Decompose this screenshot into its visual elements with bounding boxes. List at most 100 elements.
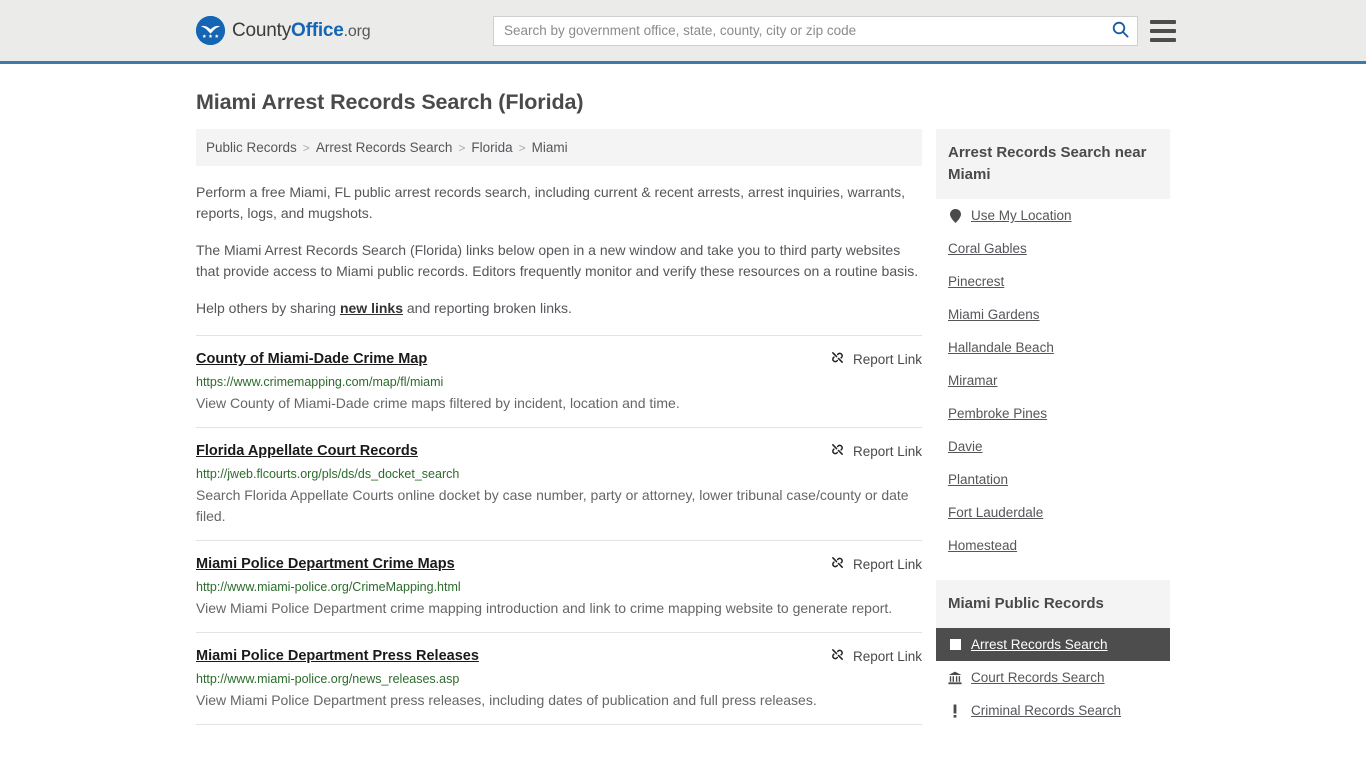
- breadcrumb-item-florida[interactable]: Florida: [471, 140, 512, 155]
- page-container: Miami Arrest Records Search (Florida) Pu…: [0, 90, 1366, 752]
- sidebar-public-records-box: Miami Public Records Arrest Records Sear…: [936, 580, 1170, 727]
- sidebar-item-pembroke-pines[interactable]: Pembroke Pines: [936, 397, 1170, 430]
- sidebar-item-miramar[interactable]: Miramar: [936, 364, 1170, 397]
- sidebar-link-label[interactable]: Arrest Records Search: [971, 637, 1108, 652]
- courthouse-icon: [948, 671, 962, 685]
- report-link-button[interactable]: Report Link: [812, 350, 922, 368]
- result-header: Miami Police Department Press Releases R…: [196, 647, 922, 665]
- intro-paragraph-2: The Miami Arrest Records Search (Florida…: [196, 242, 919, 279]
- site-logo[interactable]: CountyOffice.org: [196, 16, 371, 45]
- result-header: County of Miami-Dade Crime Map Report Li…: [196, 350, 922, 368]
- sidebar-item-plantation[interactable]: Plantation: [936, 463, 1170, 496]
- sidebar-item-miami-gardens[interactable]: Miami Gardens: [936, 298, 1170, 331]
- hamburger-menu-icon[interactable]: [1150, 19, 1176, 42]
- sidebar-nearby-title: Arrest Records Search near Miami: [936, 129, 1170, 199]
- result-header: Miami Police Department Crime Maps Repor…: [196, 555, 922, 573]
- sidebar-public-records-title: Miami Public Records: [936, 580, 1170, 628]
- broken-link-icon: [830, 647, 845, 665]
- broken-link-icon: [830, 555, 845, 573]
- sidebar-item-use-my-location[interactable]: Use My Location: [936, 199, 1170, 232]
- search-bar[interactable]: [493, 15, 1138, 46]
- report-link-label: Report Link: [852, 556, 922, 572]
- sidebar-item-court-records-search[interactable]: Court Records Search: [936, 661, 1170, 694]
- report-link-button[interactable]: Report Link: [812, 555, 922, 573]
- sidebar-link-label[interactable]: Davie: [948, 439, 983, 454]
- site-header: CountyOffice.org: [0, 0, 1366, 64]
- result-item: Miami Police Department Press Releases R…: [196, 632, 922, 724]
- sidebar-link-label[interactable]: Hallandale Beach: [948, 340, 1054, 355]
- sidebar-item-pinecrest[interactable]: Pinecrest: [936, 265, 1170, 298]
- sidebar-item-arrest-records-search[interactable]: Arrest Records Search: [936, 628, 1170, 661]
- sidebar-item-davie[interactable]: Davie: [936, 430, 1170, 463]
- result-description: View Miami Police Department press relea…: [196, 692, 817, 708]
- hamburger-bar: [1150, 28, 1176, 33]
- result-title-link[interactable]: Miami Police Department Press Releases: [196, 647, 479, 665]
- sidebar-link-label[interactable]: Pembroke Pines: [948, 406, 1047, 421]
- result-title-link[interactable]: Miami Police Department Crime Maps: [196, 555, 455, 573]
- result-item: Miami Police Department Crime Maps Repor…: [196, 540, 922, 632]
- sidebar-nearby-box: Arrest Records Search near Miami Use My …: [936, 129, 1170, 562]
- square-icon: [948, 638, 962, 652]
- main-column: Public Records > Arrest Records Search >…: [196, 129, 922, 752]
- result-title-link[interactable]: County of Miami-Dade Crime Map: [196, 350, 427, 368]
- result-item: Florida Appellate Court Records Report L…: [196, 427, 922, 540]
- sidebar-item-criminal-records-search[interactable]: Criminal Records Search: [936, 694, 1170, 727]
- sidebar-nearby-list: Use My Location Coral Gables Pinecrest M…: [936, 199, 1170, 562]
- report-link-label: Report Link: [852, 443, 922, 459]
- sidebar-item-homestead[interactable]: Homestead: [936, 529, 1170, 562]
- search-input[interactable]: [494, 16, 1103, 45]
- breadcrumb-separator: >: [518, 140, 526, 155]
- sidebar-link-label[interactable]: Fort Lauderdale: [948, 505, 1043, 520]
- sidebar-link-label[interactable]: Miramar: [948, 373, 998, 388]
- report-link-button[interactable]: Report Link: [812, 442, 922, 460]
- sidebar-item-coral-gables[interactable]: Coral Gables: [936, 232, 1170, 265]
- breadcrumb-item-arrest-records-search[interactable]: Arrest Records Search: [316, 140, 453, 155]
- intro-p3-before: Help others by sharing: [196, 300, 340, 316]
- result-url[interactable]: https://www.crimemapping.com/map/fl/miam…: [196, 374, 922, 390]
- hamburger-bar: [1150, 19, 1176, 24]
- hamburger-bar: [1150, 37, 1176, 42]
- search-icon: [1112, 21, 1129, 41]
- report-link-label: Report Link: [852, 351, 922, 367]
- sidebar-link-label[interactable]: Pinecrest: [948, 274, 1004, 289]
- content-columns: Public Records > Arrest Records Search >…: [196, 129, 1170, 752]
- result-description: View County of Miami-Dade crime maps fil…: [196, 395, 680, 411]
- breadcrumb-separator: >: [302, 140, 310, 155]
- sidebar-link-label[interactable]: Miami Gardens: [948, 307, 1040, 322]
- page-title: Miami Arrest Records Search (Florida): [196, 90, 584, 114]
- report-link-button[interactable]: Report Link: [812, 647, 922, 665]
- sidebar-link-label[interactable]: Homestead: [948, 538, 1017, 553]
- sidebar-link-label[interactable]: Coral Gables: [948, 241, 1027, 256]
- intro-paragraph-1: Perform a free Miami, FL public arrest r…: [196, 184, 906, 221]
- new-links-link[interactable]: new links: [340, 300, 403, 316]
- result-header: Florida Appellate Court Records Report L…: [196, 442, 922, 460]
- result-url[interactable]: http://www.miami-police.org/CrimeMapping…: [196, 579, 922, 595]
- logo-text-org: .org: [343, 22, 371, 40]
- sidebar-link-label[interactable]: Plantation: [948, 472, 1008, 487]
- breadcrumb: Public Records > Arrest Records Search >…: [196, 129, 922, 166]
- logo-text-office: Office: [291, 19, 344, 41]
- sidebar-link-label[interactable]: Court Records Search: [971, 670, 1105, 685]
- sidebar-item-hallandale-beach[interactable]: Hallandale Beach: [936, 331, 1170, 364]
- sidebar-public-records-list: Arrest Records Search Court Records Sear…: [936, 628, 1170, 727]
- report-link-label: Report Link: [852, 648, 922, 664]
- sidebar-link-label[interactable]: Use My Location: [971, 208, 1072, 223]
- result-url[interactable]: http://jweb.flcourts.org/pls/ds/ds_docke…: [196, 466, 922, 482]
- sidebar-item-fort-lauderdale[interactable]: Fort Lauderdale: [936, 496, 1170, 529]
- breadcrumb-item-miami: Miami: [531, 140, 568, 155]
- eagle-seal-icon: [196, 16, 225, 45]
- intro-paragraph-3: Help others by sharing new links and rep…: [196, 298, 922, 319]
- result-item: County of Miami-Dade Crime Map Report Li…: [196, 335, 922, 427]
- result-item-partial: [196, 724, 922, 752]
- search-button[interactable]: [1103, 17, 1137, 45]
- broken-link-icon: [830, 350, 845, 368]
- sidebar-link-label[interactable]: Criminal Records Search: [971, 703, 1121, 718]
- result-url[interactable]: http://www.miami-police.org/news_release…: [196, 671, 922, 687]
- breadcrumb-separator: >: [458, 140, 466, 155]
- logo-text: CountyOffice.org: [232, 19, 371, 42]
- result-title-link[interactable]: Florida Appellate Court Records: [196, 442, 418, 460]
- exclamation-icon: [948, 704, 962, 718]
- broken-link-icon: [830, 442, 845, 460]
- breadcrumb-item-public-records[interactable]: Public Records: [206, 140, 297, 155]
- result-description: Search Florida Appellate Courts online d…: [196, 487, 909, 524]
